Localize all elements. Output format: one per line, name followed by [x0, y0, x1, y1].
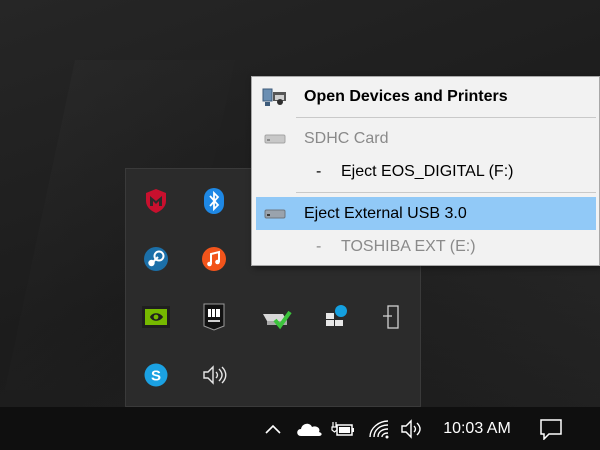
skype-icon[interactable]: S	[136, 355, 176, 395]
menu-item-label: SDHC Card	[304, 129, 389, 147]
sdhc-card-menu-item: SDHC Card	[256, 122, 596, 155]
bluetooth-icon[interactable]	[194, 181, 234, 221]
toshiba-ext-menu-item: - TOSHIBA EXT (E:)	[256, 230, 596, 263]
drive-icon	[262, 204, 288, 224]
volume-icon[interactable]	[194, 355, 234, 395]
eject-external-usb-menu-item[interactable]: Eject External USB 3.0	[256, 197, 596, 230]
eject-eos-digital-menu-item[interactable]: - Eject EOS_DIGITAL (F:)	[256, 155, 596, 188]
menu-item-dash: -	[316, 162, 322, 180]
menu-item-label: Eject External USB 3.0	[304, 204, 467, 222]
notification-icon[interactable]	[536, 407, 566, 450]
power-battery-icon[interactable]	[328, 407, 358, 450]
chevron-up-icon[interactable]	[260, 407, 286, 450]
nvidia-icon[interactable]	[136, 297, 176, 337]
svg-text:S: S	[151, 368, 161, 385]
taskbar-clock[interactable]: 10:03 AM	[433, 407, 521, 450]
onedrive-icon[interactable]	[292, 407, 326, 450]
volume-icon[interactable]	[398, 407, 426, 450]
music-app-icon[interactable]	[194, 239, 234, 279]
safely-remove-context-menu: Open Devices and Printers SDHC Card - Ej…	[251, 76, 600, 266]
menu-separator	[296, 192, 596, 193]
menu-separator	[296, 117, 596, 118]
epic-games-icon[interactable]	[194, 297, 234, 337]
safely-remove-hardware-icon[interactable]	[256, 297, 296, 337]
devices-printers-icon	[262, 87, 288, 107]
mcafee-icon[interactable]	[136, 181, 176, 221]
steam-icon[interactable]	[136, 239, 176, 279]
usb-drive-icon[interactable]	[372, 297, 412, 337]
open-devices-printers-menu-item[interactable]: Open Devices and Printers	[256, 80, 596, 113]
wallpaper-shade	[410, 250, 600, 407]
menu-item-label: TOSHIBA EXT (E:)	[341, 237, 476, 255]
drive-icon	[262, 129, 288, 149]
taskbar: 10:03 AM	[0, 407, 600, 450]
network-device-icon[interactable]	[316, 297, 356, 337]
wifi-icon[interactable]	[366, 407, 394, 450]
menu-item-label: Open Devices and Printers	[304, 87, 508, 105]
menu-item-dash: -	[316, 237, 322, 255]
menu-item-label: Eject EOS_DIGITAL (F:)	[341, 162, 514, 180]
